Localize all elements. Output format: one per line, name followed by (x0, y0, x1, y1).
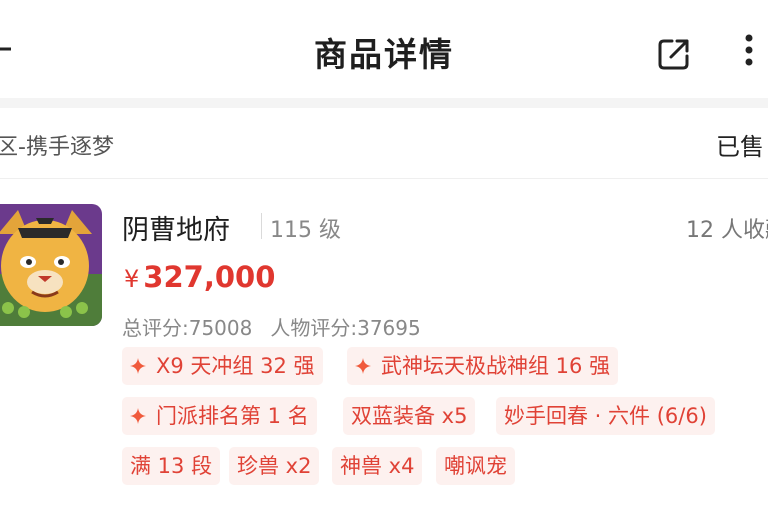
character-avatar (0, 204, 102, 326)
tag-item: 嘲讽宠 (436, 447, 515, 485)
tag-item: 妙手回春 · 六件 (6/6) (496, 397, 715, 435)
currency-symbol: ¥ (124, 265, 140, 293)
diamond-star-icon (130, 407, 146, 424)
tag-item: 珍兽 x2 (229, 447, 320, 485)
diamond-star-icon (130, 357, 146, 374)
tag-label: X9 天冲组 32 强 (156, 354, 315, 378)
section-gap (0, 98, 768, 108)
character-score: 人物评分:37695 (270, 316, 421, 340)
sold-status: 已售 (716, 133, 764, 161)
server-row (0, 108, 768, 179)
price-value: 327,000 (143, 260, 276, 294)
tag-ranking: X9 天冲组 32 强 (122, 347, 323, 385)
collect-count[interactable]: 12 人收藏 (686, 212, 768, 244)
total-score: 总评分:75008 (122, 316, 253, 340)
price: ¥327,000 (124, 260, 275, 294)
tag-ranking: 武神坛天极战神组 16 强 (347, 347, 619, 385)
more-vertical-icon[interactable] (742, 32, 756, 72)
name-divider (261, 213, 262, 239)
tag-item: 神兽 x4 (332, 447, 423, 485)
tag-item: 满 13 段 (122, 447, 221, 485)
score-line: 总评分:75008 人物评分:37695 (122, 312, 421, 341)
page-title: 商品详情 (314, 35, 454, 74)
top-bar: 商品详情 (0, 0, 768, 98)
character-level: 115 级 (270, 218, 341, 243)
character-name: 阴曹地府 (122, 215, 230, 246)
diamond-star-icon (355, 357, 371, 374)
tag-label: 门派排名第 1 名 (156, 404, 309, 428)
server-name: 区-携手逐梦 (0, 135, 114, 160)
tag-ranking: 门派排名第 1 名 (122, 397, 317, 435)
share-icon[interactable] (656, 36, 692, 72)
tag-label: 武神坛天极战神组 16 强 (381, 354, 611, 378)
tag-item: 双蓝装备 x5 (343, 397, 476, 435)
